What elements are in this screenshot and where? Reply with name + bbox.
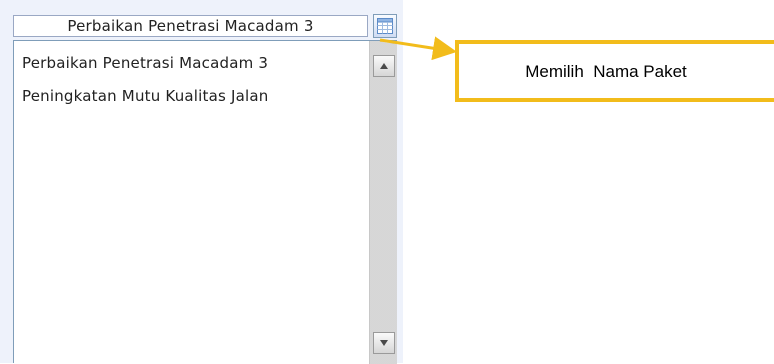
callout-label: Memilih Nama Paket [525, 62, 687, 81]
callout-box: Memilih Nama Paket [455, 40, 774, 102]
